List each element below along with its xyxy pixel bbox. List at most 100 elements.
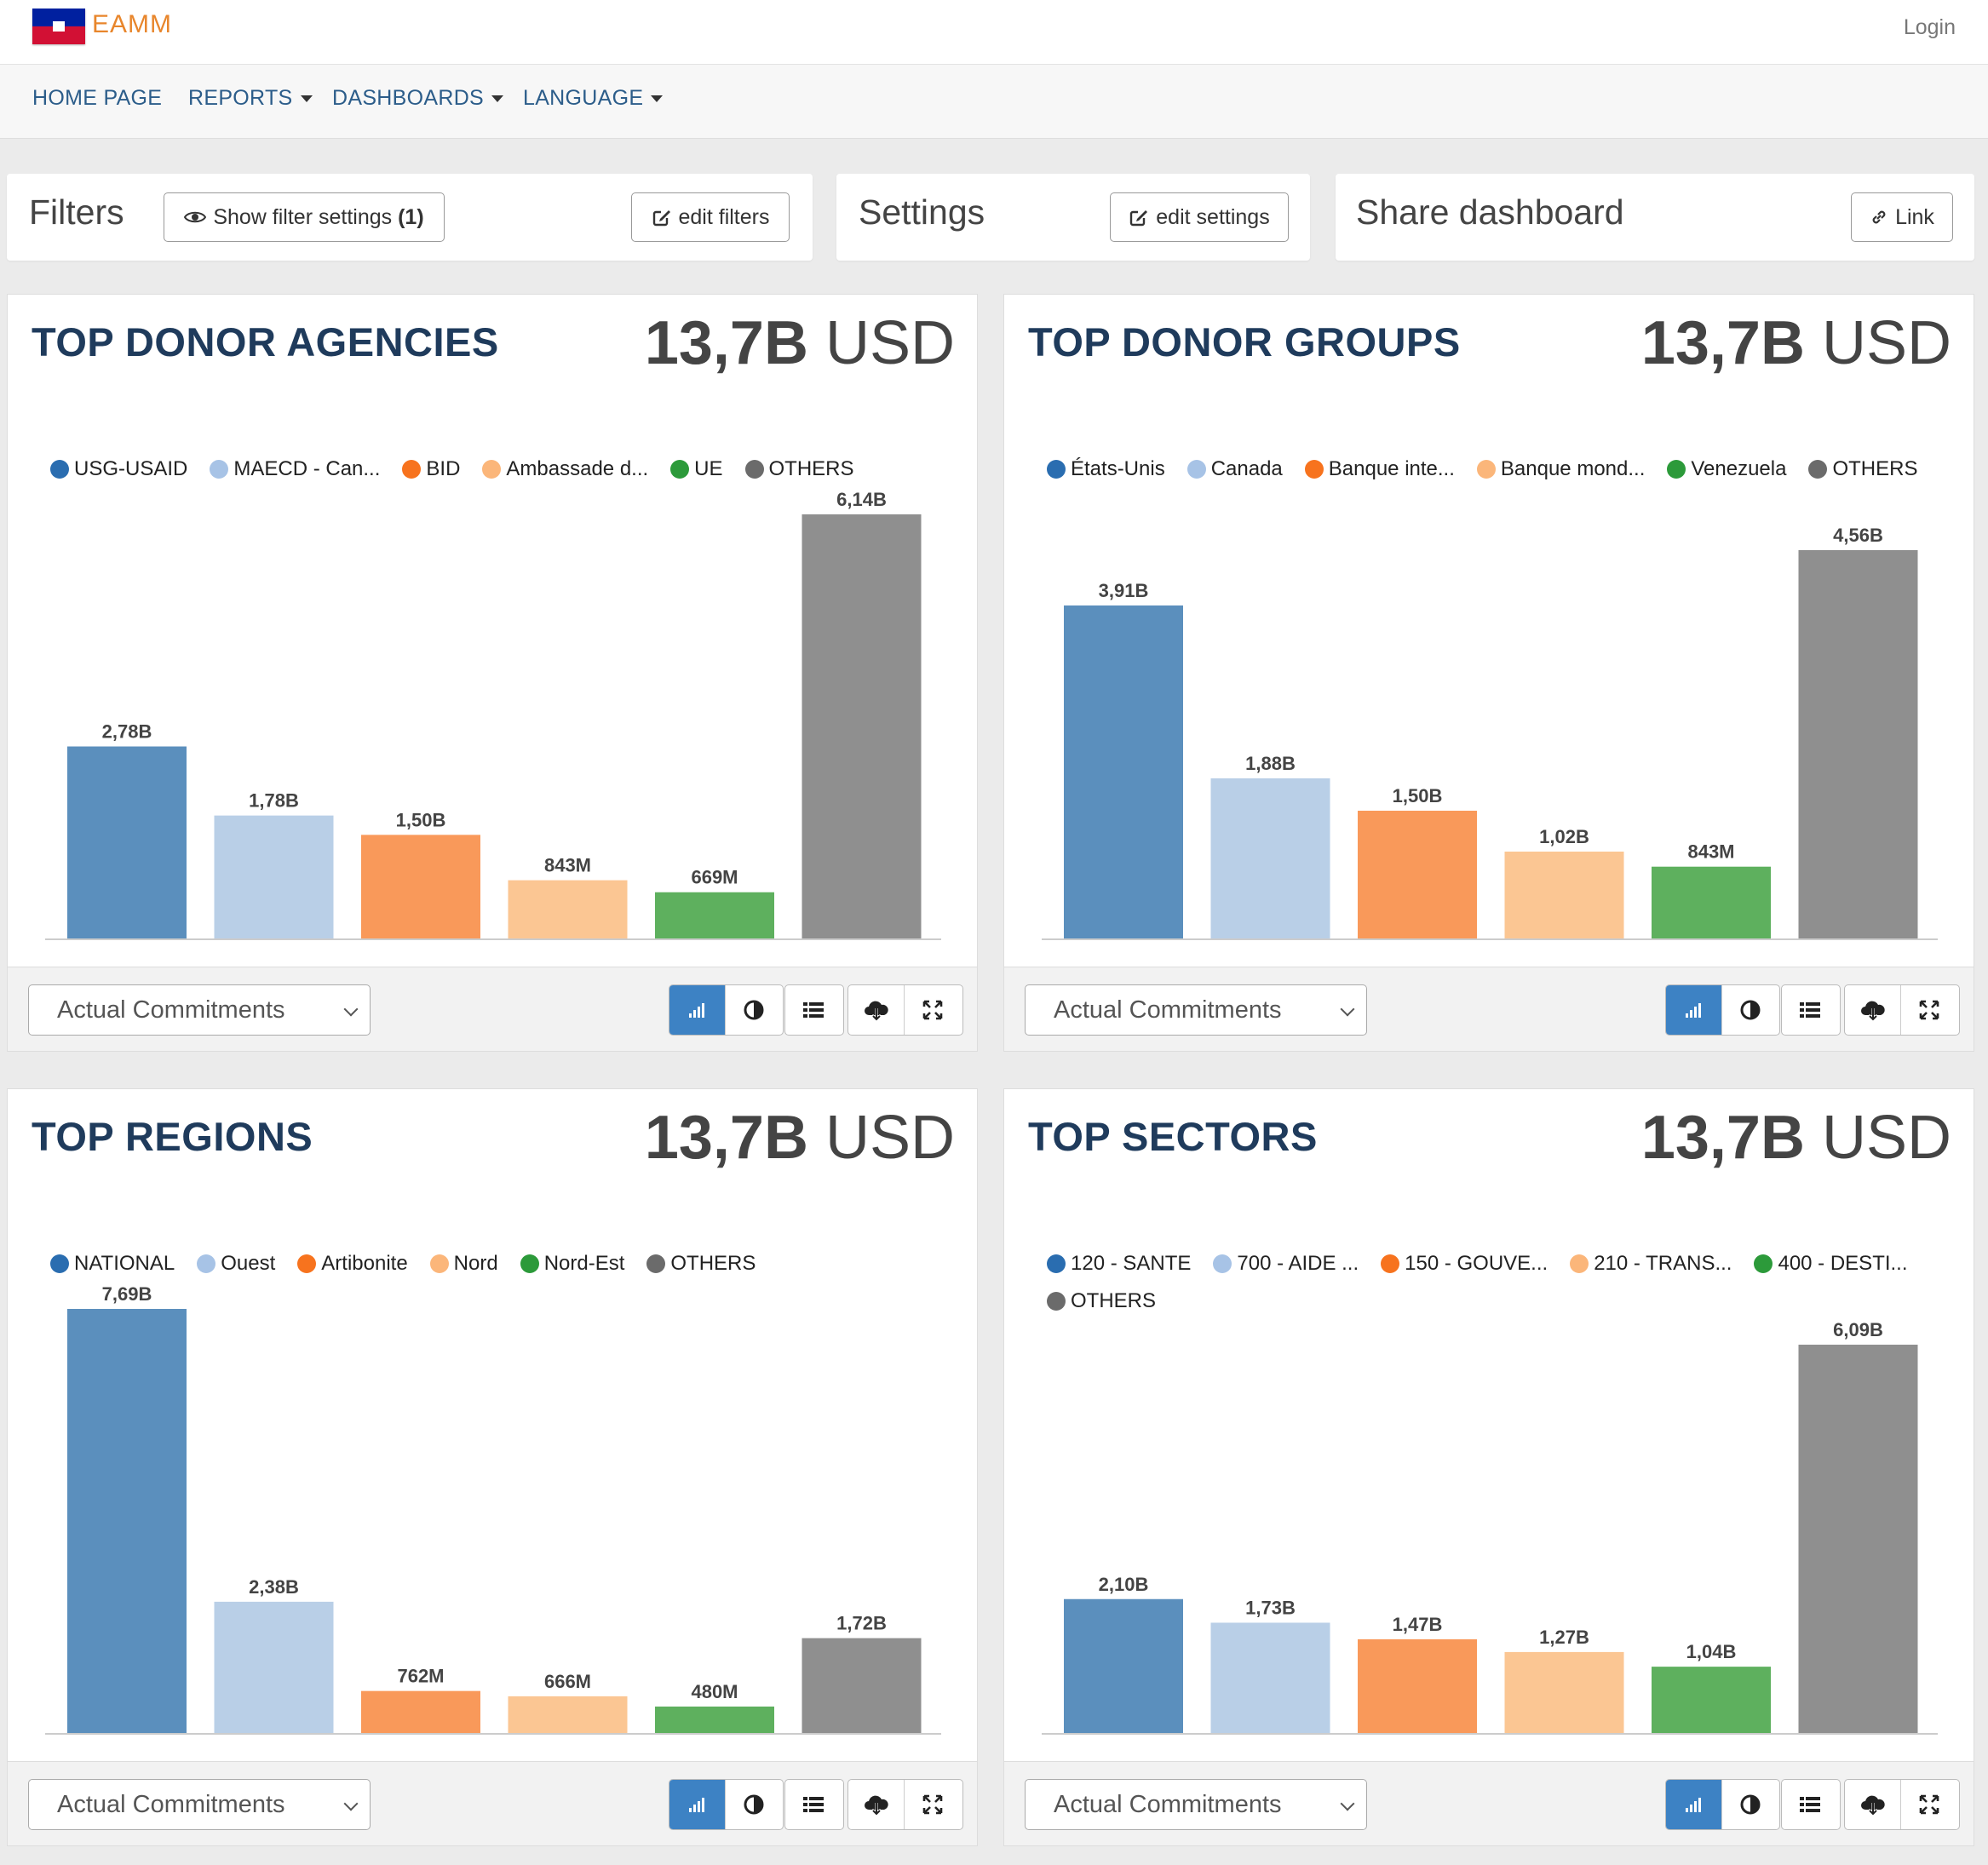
bar[interactable] <box>67 1309 187 1733</box>
share-title: Share dashboard <box>1356 192 1624 232</box>
table-view-group <box>1781 1779 1841 1830</box>
bar-chart-view-button[interactable] <box>1666 1780 1722 1829</box>
fullscreen-button[interactable] <box>905 985 961 1035</box>
table-view-button[interactable] <box>785 985 842 1035</box>
pie-chart-view-button[interactable] <box>1722 1780 1778 1829</box>
chevron-down-icon <box>343 1001 359 1017</box>
bar[interactable] <box>655 1706 774 1733</box>
bar[interactable] <box>1798 550 1918 938</box>
cloud-download-icon <box>1860 1001 1885 1021</box>
bar[interactable] <box>1210 1622 1330 1733</box>
table-view-group <box>1781 984 1841 1036</box>
bar[interactable] <box>655 892 774 938</box>
bar[interactable] <box>214 1601 334 1733</box>
bar[interactable] <box>1504 852 1624 938</box>
bar-value-label: 1,72B <box>836 1613 887 1634</box>
settings-title: Settings <box>859 192 985 232</box>
show-filter-settings-button[interactable]: Show filter settings (1) <box>164 192 445 242</box>
bar-chart-view-button[interactable] <box>669 1780 726 1829</box>
panel-footer: Actual Commitments <box>8 1761 977 1845</box>
fullscreen-button[interactable] <box>1901 985 1957 1035</box>
bar[interactable] <box>361 835 480 938</box>
bar[interactable] <box>1504 1651 1624 1733</box>
measure-select-value: Actual Commitments <box>57 996 285 1024</box>
bar[interactable] <box>1652 1667 1771 1733</box>
table-view-button[interactable] <box>1782 1780 1838 1829</box>
bar[interactable] <box>67 746 187 938</box>
measure-select[interactable]: Actual Commitments <box>1025 984 1367 1036</box>
bar[interactable] <box>1210 778 1330 938</box>
list-icon <box>803 1002 824 1018</box>
nav-language-dropdown[interactable]: LANGUAGE <box>523 86 664 111</box>
measure-select[interactable]: Actual Commitments <box>28 1779 371 1830</box>
chart-type-toggle <box>669 984 784 1036</box>
bar-chart-icon <box>1685 1003 1701 1018</box>
table-view-button[interactable] <box>785 1780 842 1829</box>
bar[interactable] <box>1358 811 1477 938</box>
bar[interactable] <box>508 880 628 938</box>
bar[interactable] <box>1064 1598 1183 1733</box>
bar[interactable] <box>1798 1345 1918 1733</box>
bar[interactable] <box>214 815 334 938</box>
login-link[interactable]: Login <box>1904 15 1956 40</box>
edit-icon <box>652 210 670 227</box>
chevron-down-icon <box>1340 1001 1355 1017</box>
measure-select-value: Actual Commitments <box>1054 1791 1282 1818</box>
caret-down-icon <box>491 95 504 103</box>
bar[interactable] <box>1652 866 1771 938</box>
table-view-button[interactable] <box>1782 985 1838 1035</box>
cloud-download-icon <box>1860 1795 1885 1816</box>
share-link-label: Link <box>1895 204 1934 229</box>
download-button[interactable] <box>848 1780 905 1829</box>
bar[interactable] <box>1358 1638 1477 1733</box>
measure-select-value: Actual Commitments <box>1054 996 1282 1024</box>
main-nav: HOME PAGE REPORTS DASHBOARDS LANGUAGE <box>0 65 1988 139</box>
bar-chart-view-button[interactable] <box>669 985 726 1035</box>
caret-down-icon <box>651 95 664 103</box>
pie-chart-view-button[interactable] <box>726 1780 782 1829</box>
share-link-button[interactable]: Link <box>1851 192 1953 242</box>
download-button[interactable] <box>1845 985 1901 1035</box>
download-button[interactable] <box>1845 1780 1901 1829</box>
bar-value-label: 7,69B <box>102 1283 152 1305</box>
expand-icon <box>1919 1000 1939 1020</box>
bar[interactable] <box>508 1696 628 1733</box>
bar-value-label: 480M <box>691 1681 738 1702</box>
bar-value-label: 1,02B <box>1539 826 1589 847</box>
haiti-flag-icon[interactable] <box>32 9 85 44</box>
bar[interactable] <box>1064 605 1183 938</box>
export-group <box>847 984 963 1036</box>
bar-value-label: 843M <box>1687 841 1734 863</box>
fullscreen-button[interactable] <box>1901 1780 1957 1829</box>
chart-type-toggle <box>669 1779 784 1830</box>
bar-value-label: 762M <box>397 1666 444 1687</box>
settings-card: Settings edit settings <box>836 174 1310 261</box>
measure-select[interactable]: Actual Commitments <box>1025 1779 1367 1830</box>
bar-chart-icon <box>1685 1798 1701 1812</box>
edit-settings-button[interactable]: edit settings <box>1110 192 1289 242</box>
filters-card: Filters Show filter settings (1) edit fi… <box>7 174 813 261</box>
export-group <box>847 1779 963 1830</box>
bar-value-label: 6,09B <box>1833 1319 1883 1340</box>
pie-chart-view-button[interactable] <box>726 985 782 1035</box>
bar[interactable] <box>802 1638 922 1733</box>
filters-title: Filters <box>29 192 124 232</box>
measure-select[interactable]: Actual Commitments <box>28 984 371 1036</box>
show-filter-settings-label: Show filter settings <box>213 204 393 229</box>
bar-value-label: 1,78B <box>249 790 299 812</box>
nav-reports-dropdown[interactable]: REPORTS <box>188 86 313 111</box>
nav-dashboards-dropdown[interactable]: DASHBOARDS <box>332 86 504 111</box>
bar[interactable] <box>361 1690 480 1733</box>
brand-link[interactable]: EAMM <box>92 10 172 39</box>
fullscreen-button[interactable] <box>905 1780 961 1829</box>
bar[interactable] <box>802 514 922 938</box>
half-circle-icon <box>1740 1000 1761 1020</box>
nav-home-page[interactable]: HOME PAGE <box>32 86 162 111</box>
download-button[interactable] <box>848 985 905 1035</box>
edit-filters-button[interactable]: edit filters <box>631 192 790 242</box>
bar-chart-view-button[interactable] <box>1666 985 1722 1035</box>
nav-language-label: LANGUAGE <box>523 86 644 110</box>
bar-chart: 7,69B 2,38B 762M 666M 480M 1,72B <box>45 1283 941 1735</box>
pie-chart-view-button[interactable] <box>1722 985 1778 1035</box>
list-icon <box>1800 1797 1820 1812</box>
